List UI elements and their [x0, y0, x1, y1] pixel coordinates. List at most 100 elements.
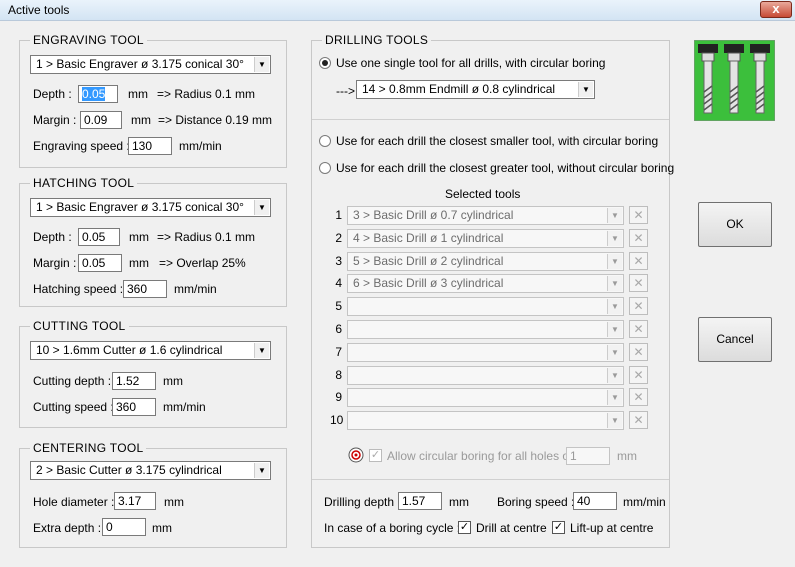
tool-row-value: 6 > Basic Drill ø 3 cylindrical	[353, 276, 504, 290]
remove-icon[interactable]: ✕	[629, 297, 648, 315]
tool-row-number: 4	[335, 276, 342, 290]
tool-row-select[interactable]: ▼	[347, 320, 624, 339]
tool-row-select[interactable]: ▼	[347, 366, 624, 385]
cutting-speed-input[interactable]: 360	[112, 398, 156, 416]
drill-centre-label: Drill at centre	[476, 521, 547, 535]
drilling-group: DRILLING TOOLS	[311, 33, 670, 548]
allow-boring-value: 1	[570, 449, 577, 463]
cancel-button[interactable]: Cancel	[698, 317, 772, 362]
tool-row-select[interactable]: ▼	[347, 411, 624, 430]
title-bar: Active tools x	[0, 0, 795, 21]
hatching-margin-input[interactable]: 0.05	[78, 254, 122, 272]
smaller-tool-radio[interactable]	[319, 135, 331, 147]
allow-boring-checkbox[interactable]: ✓	[369, 449, 382, 462]
remove-icon[interactable]: ✕	[629, 388, 648, 406]
tool-row-number: 6	[335, 322, 342, 336]
drilling-separator-top	[312, 119, 669, 120]
cutting-tool-select[interactable]: 10 > 1.6mm Cutter ø 1.6 cylindrical ▼	[30, 341, 271, 360]
remove-icon[interactable]: ✕	[629, 229, 648, 247]
centering-hole-input[interactable]: 3.17	[114, 492, 156, 510]
close-button[interactable]: x	[760, 1, 792, 18]
greater-tool-radio[interactable]	[319, 162, 331, 174]
remove-icon[interactable]: ✕	[629, 320, 648, 338]
remove-icon[interactable]: ✕	[629, 411, 648, 429]
remove-icon[interactable]: ✕	[629, 274, 648, 292]
hatching-depth-input[interactable]: 0.05	[78, 228, 120, 246]
hatching-margin-info: => Overlap 25%	[159, 256, 246, 270]
engraving-tool-select[interactable]: 1 > Basic Engraver ø 3.175 conical 30° ▼	[30, 55, 271, 74]
centering-extra-value: 0	[106, 520, 113, 534]
cutting-depth-unit: mm	[163, 374, 183, 388]
chevron-down-icon: ▼	[607, 390, 622, 405]
chevron-down-icon: ▼	[607, 276, 622, 291]
centering-extra-input[interactable]: 0	[102, 518, 146, 536]
drill-depth-label: Drilling depth :	[324, 495, 401, 509]
tool-row-number: 2	[335, 231, 342, 245]
tool-row-select[interactable]: 4 > Basic Drill ø 1 cylindrical ▼	[347, 229, 624, 248]
engraving-depth-input[interactable]: 0.05	[78, 85, 118, 103]
drill-depth-value: 1.57	[402, 494, 426, 508]
engraving-depth-value: 0.05	[82, 87, 106, 101]
tool-row-select[interactable]: ▼	[347, 297, 624, 316]
tool-row-number: 8	[335, 368, 342, 382]
hatching-legend: HATCHING TOOL	[30, 176, 138, 190]
hatching-tool-select[interactable]: 1 > Basic Engraver ø 3.175 conical 30° ▼	[30, 198, 271, 217]
tool-row-select[interactable]: 3 > Basic Drill ø 0.7 cylindrical ▼	[347, 206, 624, 225]
remove-icon[interactable]: ✕	[629, 343, 648, 361]
engraving-tool-value: 1 > Basic Engraver ø 3.175 conical 30°	[36, 57, 244, 71]
engraving-speed-input[interactable]: 130	[128, 137, 172, 155]
single-tool-radio[interactable]	[319, 57, 331, 69]
boring-speed-input[interactable]: 40	[573, 492, 617, 510]
allow-boring-input[interactable]: 1	[566, 447, 610, 465]
chevron-down-icon: ▼	[607, 413, 622, 428]
drill-depth-unit: mm	[449, 495, 469, 509]
hatching-speed-input[interactable]: 360	[123, 280, 167, 298]
chevron-down-icon: ▼	[607, 254, 622, 269]
cutting-tool-value: 10 > 1.6mm Cutter ø 1.6 cylindrical	[36, 343, 223, 357]
chevron-down-icon: ▼	[578, 82, 593, 97]
ok-button[interactable]: OK	[698, 202, 772, 247]
tool-row-number: 10	[330, 413, 344, 427]
cutting-depth-input[interactable]: 1.52	[112, 372, 156, 390]
remove-icon[interactable]: ✕	[629, 252, 648, 270]
cutting-depth-label: Cutting depth :	[33, 374, 112, 388]
single-tool-label: Use one single tool for all drills, with…	[336, 56, 606, 70]
centering-hole-value: 3.17	[118, 494, 142, 508]
centering-legend: CENTERING TOOL	[30, 441, 147, 455]
chevron-down-icon: ▼	[607, 368, 622, 383]
hatching-depth-label: Depth :	[33, 230, 72, 244]
hatching-margin-label: Margin :	[33, 256, 77, 270]
drill-depth-input[interactable]: 1.57	[398, 492, 442, 510]
single-tool-select[interactable]: 14 > 0.8mm Endmill ø 0.8 cylindrical ▼	[356, 80, 595, 99]
remove-icon[interactable]: ✕	[629, 206, 648, 224]
remove-icon[interactable]: ✕	[629, 366, 648, 384]
tool-row-select[interactable]: 6 > Basic Drill ø 3 cylindrical ▼	[347, 274, 624, 293]
engraving-legend: ENGRAVING TOOL	[30, 33, 147, 47]
chevron-down-icon: ▼	[607, 345, 622, 360]
boring-speed-value: 40	[577, 494, 591, 508]
engraving-margin-input[interactable]: 0.09	[80, 111, 122, 129]
centering-extra-label: Extra depth :	[33, 521, 102, 535]
centering-tool-select[interactable]: 2 > Basic Cutter ø 3.175 cylindrical ▼	[30, 461, 271, 480]
engraving-depth-unit: mm	[128, 87, 148, 101]
single-tool-value: 14 > 0.8mm Endmill ø 0.8 cylindrical	[362, 82, 556, 96]
cutting-depth-value: 1.52	[116, 374, 140, 388]
chevron-down-icon: ▼	[607, 299, 622, 314]
tool-row-value: 4 > Basic Drill ø 1 cylindrical	[353, 231, 504, 245]
tool-row-value: 3 > Basic Drill ø 0.7 cylindrical	[353, 208, 514, 222]
liftup-centre-checkbox[interactable]: ✓	[552, 521, 565, 534]
hatching-margin-unit: mm	[129, 256, 149, 270]
centering-extra-unit: mm	[152, 521, 172, 535]
cutting-speed-value: 360	[116, 400, 137, 414]
tool-row-select[interactable]: ▼	[347, 388, 624, 407]
chevron-down-icon: ▼	[607, 208, 622, 223]
centering-tool-value: 2 > Basic Cutter ø 3.175 cylindrical	[36, 463, 222, 477]
hatching-speed-unit: mm/min	[174, 282, 217, 296]
boring-speed-label: Boring speed :	[497, 495, 575, 509]
tool-row-select[interactable]: ▼	[347, 343, 624, 362]
tool-row-select[interactable]: 5 > Basic Drill ø 2 cylindrical ▼	[347, 252, 624, 271]
tool-row-number: 7	[335, 345, 342, 359]
drill-centre-checkbox[interactable]: ✓	[458, 521, 471, 534]
hatching-margin-value: 0.05	[82, 256, 106, 270]
tool-row-number: 9	[335, 390, 342, 404]
